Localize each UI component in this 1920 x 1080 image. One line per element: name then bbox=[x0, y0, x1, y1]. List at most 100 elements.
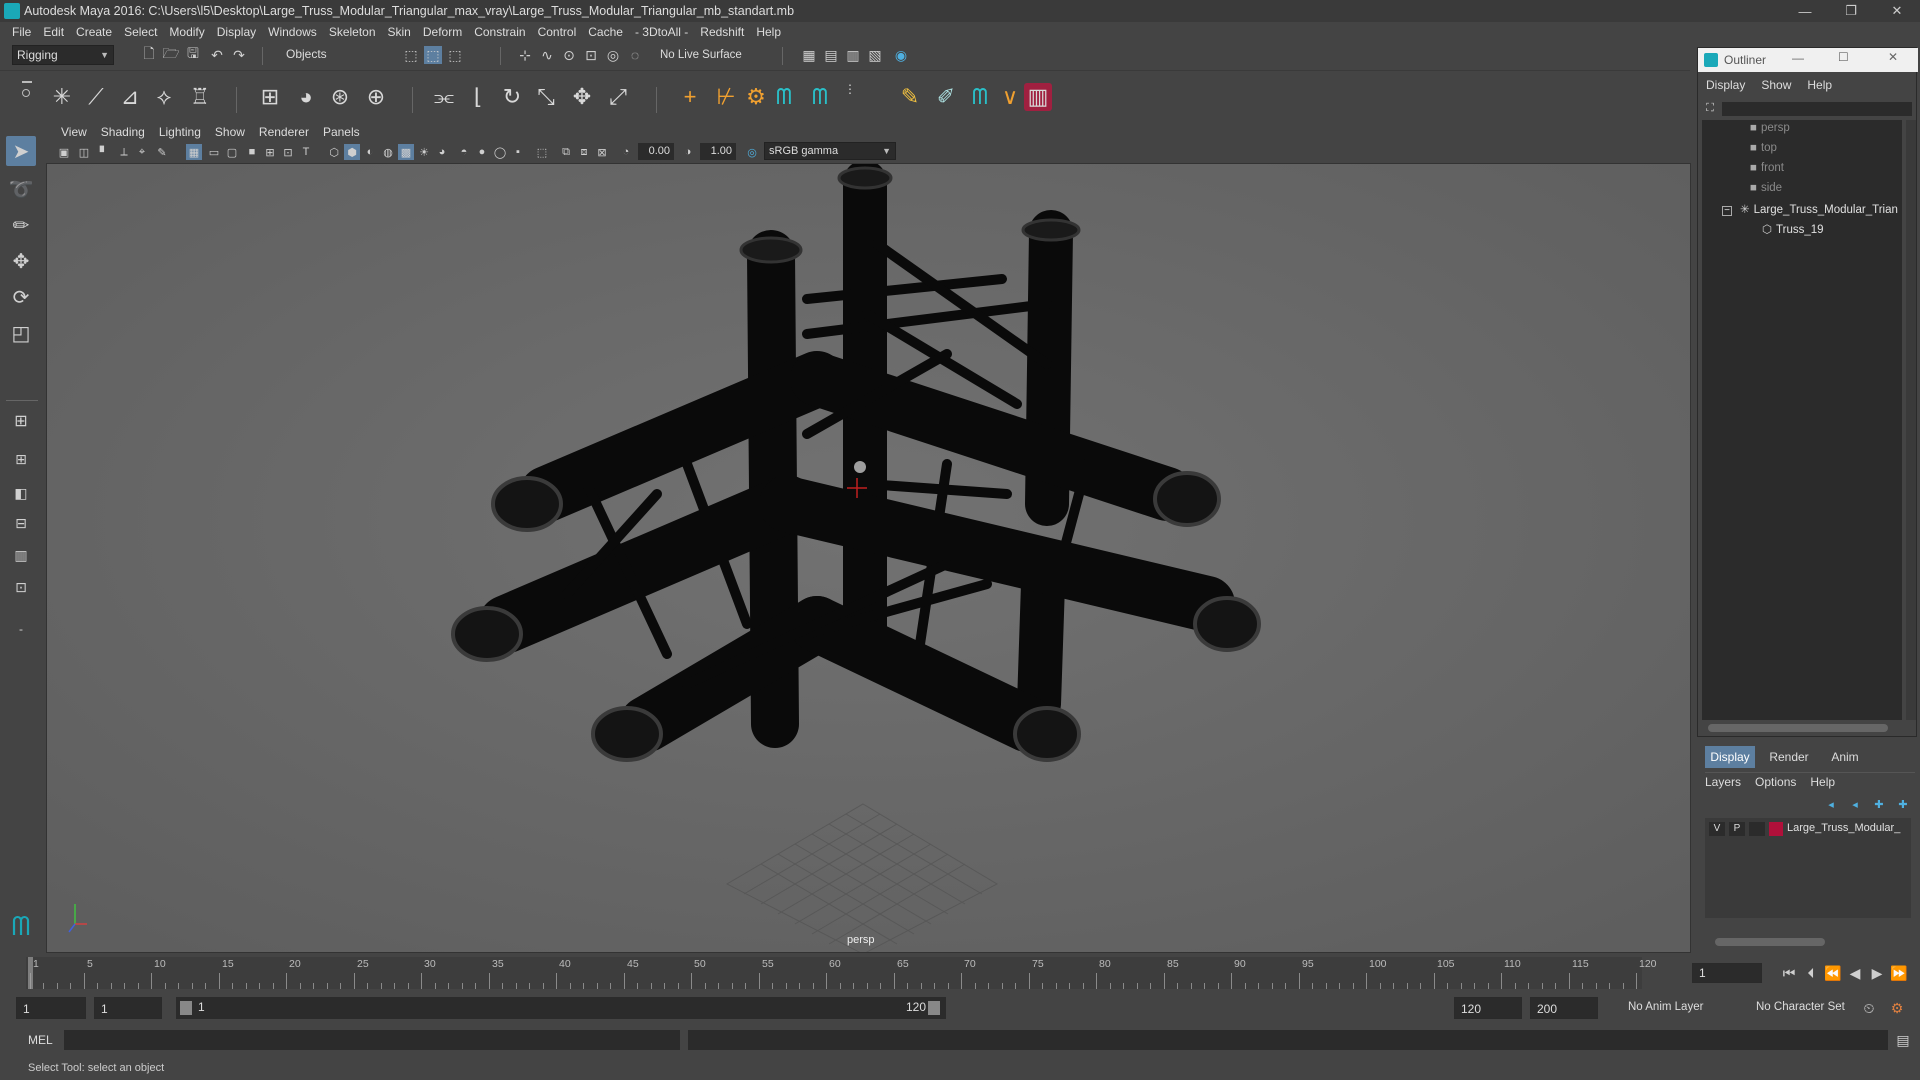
render-frame-icon[interactable]: ▤ bbox=[822, 46, 840, 64]
menu-control[interactable]: Control bbox=[532, 25, 583, 39]
shelf-options-handle[interactable] bbox=[22, 81, 32, 113]
single-perspective-layout-icon[interactable]: ⊞ bbox=[6, 406, 36, 436]
menu-modify[interactable]: Modify bbox=[163, 25, 210, 39]
select-by-hierarchy-icon[interactable]: ⬚ bbox=[402, 46, 420, 64]
hypershade-layout-icon[interactable]: ▥ bbox=[6, 540, 36, 570]
move-layer-up-icon[interactable]: ◂ bbox=[1823, 796, 1839, 812]
camera-select-icon[interactable]: ▣ bbox=[56, 144, 72, 160]
wrap-deformer-icon[interactable]: ⊕ bbox=[362, 83, 390, 111]
animation-end-field[interactable]: 200 bbox=[1530, 997, 1598, 1019]
snap-point-icon[interactable]: ⊙ bbox=[560, 46, 578, 64]
menu-display[interactable]: Display bbox=[211, 25, 262, 39]
cluster-icon[interactable]: ⊬ bbox=[712, 83, 740, 111]
menu-deform[interactable]: Deform bbox=[417, 25, 468, 39]
xray-icon[interactable]: ⧉ bbox=[558, 144, 574, 160]
step-forward-key-icon[interactable]: ⏩ bbox=[1890, 964, 1908, 982]
xray-joints-icon[interactable]: ⧈ bbox=[576, 144, 592, 160]
animation-start-field[interactable]: 1 bbox=[16, 997, 86, 1019]
image-plane-icon[interactable]: ⟂ bbox=[116, 144, 132, 160]
render-settings-icon[interactable]: ▦ bbox=[800, 46, 818, 64]
parent-constraint-icon[interactable]: ⫘ bbox=[430, 83, 458, 111]
hik-character-icon[interactable]: ♖ bbox=[186, 83, 214, 111]
move-layer-down-icon[interactable]: ◂ bbox=[1847, 796, 1863, 812]
render-icon[interactable]: ▥ bbox=[1024, 83, 1052, 111]
select-by-object-icon[interactable]: ⬚ bbox=[424, 46, 442, 64]
range-start-handle[interactable] bbox=[180, 1001, 192, 1015]
play-backward-icon[interactable]: ◀ bbox=[1846, 964, 1864, 982]
film-gate-icon[interactable]: ▭ bbox=[206, 144, 222, 160]
restore-button[interactable]: ❐ bbox=[1828, 0, 1874, 22]
outliner-layout-icon[interactable]: ⊡ bbox=[6, 572, 36, 602]
resolution-gate-icon[interactable]: ▢ bbox=[224, 144, 240, 160]
outliner-item-side[interactable]: ■ side bbox=[1750, 182, 1782, 194]
point-constraint-icon[interactable]: ⌊ bbox=[464, 83, 492, 111]
current-time-indicator[interactable] bbox=[28, 957, 33, 989]
command-input[interactable] bbox=[64, 1030, 680, 1050]
snap-view-icon[interactable]: ⊡ bbox=[582, 46, 600, 64]
wireframe-on-shaded-icon[interactable]: ◐ bbox=[362, 144, 378, 160]
close-button[interactable]: ✕ bbox=[1874, 0, 1920, 22]
selection-mode-dropdown[interactable]: Objects bbox=[282, 45, 378, 65]
outliner-menu-show[interactable]: Show bbox=[1761, 78, 1791, 96]
snap-grid-icon[interactable]: ⊹ bbox=[516, 46, 534, 64]
command-language-toggle[interactable]: MEL bbox=[28, 1033, 53, 1047]
outliner-vertical-scrollbar[interactable] bbox=[1906, 120, 1916, 720]
outliner-search-input[interactable] bbox=[1722, 102, 1912, 116]
go-to-start-icon[interactable]: ⏮ bbox=[1780, 964, 1798, 982]
lasso-tool-icon[interactable]: ➰ bbox=[6, 174, 36, 204]
exposure-field[interactable]: 0.00 bbox=[638, 143, 674, 160]
time-slider[interactable]: 1 5 10 15 20 25 30 35 40 45 50 55 60 65 70 75 80 85 90 95 10… bbox=[0, 953, 1692, 991]
view-transform-dropdown[interactable]: sRGB gamma ▼ bbox=[764, 142, 896, 160]
move-tool-icon[interactable]: ✥ bbox=[6, 246, 36, 276]
scale-constraint-icon[interactable]: ⤡ bbox=[532, 83, 560, 111]
perspective-viewport[interactable]: persp bbox=[46, 163, 1691, 953]
render-view-icon[interactable]: ▧ bbox=[866, 46, 884, 64]
safe-action-icon[interactable]: ⊡ bbox=[280, 144, 296, 160]
gamma-icon[interactable]: ◑ bbox=[680, 144, 696, 160]
step-back-key-icon[interactable]: ⏪ bbox=[1824, 964, 1842, 982]
orient-constraint-icon[interactable]: ↻ bbox=[498, 83, 526, 111]
rotate-tool-icon[interactable]: ⟳ bbox=[6, 282, 36, 312]
live-surface-label[interactable]: No Live Surface bbox=[660, 49, 742, 61]
menu-select[interactable]: Select bbox=[118, 25, 163, 39]
step-back-frame-icon[interactable]: ⏴ bbox=[1802, 964, 1820, 982]
save-scene-icon[interactable]: 🖫 bbox=[184, 45, 202, 64]
outliner-close-button[interactable]: ✕ bbox=[1888, 50, 1898, 64]
tab-render[interactable]: Render bbox=[1761, 746, 1817, 768]
3dtoall-import-icon[interactable]: ᗰ bbox=[966, 83, 994, 111]
snap-curve-icon[interactable]: ∿ bbox=[538, 46, 556, 64]
playback-end-field[interactable]: 120 bbox=[1454, 997, 1522, 1019]
depth-of-field-icon[interactable]: ▪ bbox=[510, 144, 526, 160]
paint-tool-icon[interactable]: ✎ bbox=[896, 83, 924, 111]
color-management-icon[interactable]: ◎ bbox=[744, 144, 760, 160]
2d-pan-zoom-icon[interactable]: ⌖ bbox=[134, 144, 150, 160]
paint-weights-icon[interactable]: ◕ bbox=[292, 83, 320, 111]
panel-menu-lighting[interactable]: Lighting bbox=[152, 125, 208, 139]
menu-create[interactable]: Create bbox=[70, 25, 118, 39]
aim-constraint-icon[interactable]: ✥ bbox=[568, 83, 596, 111]
menu-skin[interactable]: Skin bbox=[382, 25, 417, 39]
bookmark-icon[interactable]: ▘ bbox=[96, 144, 112, 160]
tab-anim[interactable]: Anim bbox=[1821, 746, 1869, 768]
menu-3dtoall[interactable]: - 3DtoAll - bbox=[629, 25, 694, 39]
menu-help[interactable]: Help bbox=[750, 25, 787, 39]
vertex-tool-icon[interactable]: ∨ bbox=[996, 83, 1024, 111]
persp-graph-layout-icon[interactable]: ⊟ bbox=[6, 508, 36, 538]
new-layer-selected-icon[interactable]: ✚ bbox=[1895, 796, 1911, 812]
menu-constrain[interactable]: Constrain bbox=[468, 25, 531, 39]
range-end-handle[interactable] bbox=[928, 1001, 940, 1015]
3dtoall-icon[interactable]: ᗰ bbox=[770, 83, 798, 111]
hypershade-icon[interactable]: ◉ bbox=[892, 46, 910, 64]
auto-key-icon[interactable]: ⏲ bbox=[1860, 999, 1878, 1017]
default-material-icon[interactable]: ◍ bbox=[380, 144, 396, 160]
multisample-aa-icon[interactable]: ◯ bbox=[492, 144, 508, 160]
3dtoall-export-icon[interactable]: ᗰ bbox=[806, 83, 834, 111]
select-by-component-icon[interactable]: ⬚ bbox=[446, 46, 464, 64]
layer-menu-layers[interactable]: Layers bbox=[1705, 775, 1741, 790]
bind-skin-icon[interactable]: ⊞ bbox=[256, 83, 284, 111]
motion-blur-icon[interactable]: ● bbox=[474, 144, 490, 160]
scale-tool-icon[interactable]: ◰ bbox=[6, 318, 36, 348]
panel-menu-panels[interactable]: Panels bbox=[316, 125, 367, 139]
character-set-selector[interactable]: No Character Set bbox=[1756, 1001, 1845, 1013]
camera-attributes-icon[interactable]: ◫ bbox=[76, 144, 92, 160]
